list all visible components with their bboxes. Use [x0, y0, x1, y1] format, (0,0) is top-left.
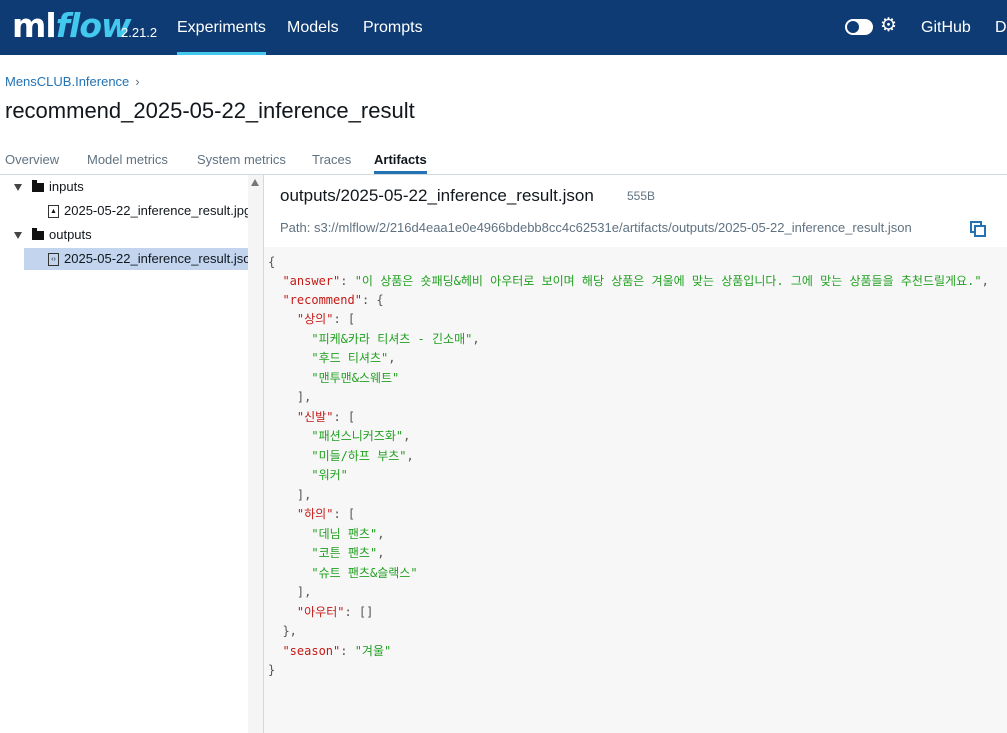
code-line: "season": "겨울" — [282, 644, 392, 658]
json-key: "answer" — [282, 274, 341, 288]
dark-mode-toggle[interactable] — [845, 19, 873, 35]
breadcrumb: MensCLUB.Inference › — [5, 74, 140, 89]
run-tabs: Overview Model metrics System metrics Tr… — [0, 148, 1007, 175]
tab-overview[interactable]: Overview — [5, 152, 59, 167]
tree-item-label: outputs — [49, 227, 92, 242]
tree-item-inputs[interactable]: inputs — [14, 176, 84, 198]
image-file-icon: ▲ — [48, 205, 59, 219]
json-key: "신발" — [296, 410, 334, 424]
json-string: "미들/하프 부츠" — [311, 449, 407, 463]
code-line: "recommend": { — [282, 293, 384, 307]
code-line: "answer": "이 상품은 숏패딩&헤비 아우터로 보이며 해당 상품은 … — [282, 274, 989, 288]
code-line: "워커" — [268, 466, 348, 485]
scroll-up-arrow-icon[interactable] — [251, 179, 259, 186]
folder-icon — [32, 228, 44, 241]
mlflow-logo[interactable]: mlflow — [12, 2, 132, 50]
json-string: "슈트 팬츠&슬랙스" — [311, 566, 418, 580]
chevron-down-icon[interactable] — [14, 184, 22, 192]
code-line: ], — [268, 488, 312, 502]
json-key: "하의" — [296, 507, 334, 521]
code-line: "피케&카라 티셔츠 - 긴소매", — [311, 332, 480, 346]
json-key: "상의" — [296, 312, 334, 326]
tree-item-output-json[interactable]: ‹› 2025-05-22_inference_result.json — [24, 248, 248, 270]
code-line: "후드 티셔츠", — [311, 351, 396, 365]
json-string: "피케&카라 티셔츠 - 긴소매" — [311, 332, 473, 346]
code-line: }, — [268, 624, 297, 638]
nav-models[interactable]: Models — [287, 0, 339, 55]
artifact-file-name: outputs/2025-05-22_inference_result.json — [280, 186, 594, 205]
copy-icon[interactable] — [970, 221, 986, 237]
json-string: "워커" — [311, 468, 348, 482]
code-line: "패션스니커즈화", — [311, 429, 411, 443]
code-file-icon: ‹› — [48, 253, 59, 267]
code-line: "하의": [ — [296, 507, 356, 521]
code-line: "미들/하프 부츠", — [311, 449, 414, 463]
json-string: "코튼 팬츠" — [311, 546, 378, 560]
json-key: "recommend" — [282, 293, 362, 307]
chevron-down-icon[interactable] — [14, 232, 22, 240]
code-line: ], — [268, 585, 312, 599]
json-string: "맨투맨&스웨트" — [311, 371, 400, 385]
json-string: "겨울" — [354, 644, 392, 658]
artifact-file-size: 555B — [627, 189, 656, 203]
gear-icon[interactable]: ⚙ — [880, 15, 897, 37]
tree-item-label: 2025-05-22_inference_result.jpg — [64, 203, 252, 218]
json-string: "데님 팬츠" — [311, 527, 378, 541]
code-line: "아우터": [] — [296, 605, 374, 619]
nav-docs[interactable]: Docs — [995, 0, 1007, 55]
top-navigation-bar: mlflow 2.21.2 Experiments Models Prompts… — [0, 0, 1007, 55]
code-line: "코튼 팬츠", — [311, 546, 385, 560]
nav-prompts[interactable]: Prompts — [363, 0, 423, 55]
folder-icon — [32, 180, 44, 193]
code-line: "슈트 팬츠&슬랙스" — [268, 564, 418, 583]
version-label: 2.21.2 — [121, 25, 158, 40]
logo-ml-text: ml — [12, 6, 57, 45]
json-string: "이 상품은 숏패딩&헤비 아우터로 보이며 해당 상품은 겨울에 맞는 상품입… — [354, 274, 982, 288]
code-line: } — [268, 663, 276, 677]
tab-traces[interactable]: Traces — [312, 152, 351, 167]
tree-scrollbar[interactable] — [248, 175, 263, 733]
tab-artifacts[interactable]: Artifacts — [374, 152, 427, 174]
page-title: recommend_2025-05-22_inference_result — [5, 98, 415, 123]
code-line: "신발": [ — [296, 410, 356, 424]
tree-item-label: 2025-05-22_inference_result.json — [64, 251, 248, 266]
code-line: "맨투맨&스웨트" — [268, 369, 399, 388]
artifact-viewer: outputs/2025-05-22_inference_result.json… — [264, 175, 1007, 733]
tab-model-metrics[interactable]: Model metrics — [87, 152, 168, 167]
code-line: "데님 팬츠", — [311, 527, 385, 541]
artifact-path: Path: s3://mlflow/2/216d4eaa1e0e4966bdeb… — [280, 220, 912, 235]
artifact-tree: inputs ▲ 2025-05-22_inference_result.jpg … — [0, 175, 264, 733]
code-line: "상의": [ — [296, 312, 356, 326]
code-line: { — [268, 255, 276, 269]
breadcrumb-separator: › — [135, 74, 140, 89]
code-line: ], — [268, 390, 312, 404]
logo-flow-text: flow — [55, 6, 132, 45]
json-key: "아우터" — [296, 605, 345, 619]
nav-experiments[interactable]: Experiments — [177, 0, 266, 55]
tree-item-outputs[interactable]: outputs — [14, 224, 92, 246]
json-code-viewer: { "answer": "이 상품은 숏패딩&헤비 아우터로 보이며 해당 상품… — [264, 247, 1007, 733]
tree-item-label: inputs — [49, 179, 84, 194]
json-string: "패션스니커즈화" — [311, 429, 404, 443]
breadcrumb-experiment-link[interactable]: MensCLUB.Inference — [5, 74, 129, 89]
tab-system-metrics[interactable]: System metrics — [197, 152, 286, 167]
nav-github[interactable]: GitHub — [921, 0, 971, 55]
json-string: "후드 티셔츠" — [311, 351, 389, 365]
tree-item-input-image[interactable]: ▲ 2025-05-22_inference_result.jpg — [48, 200, 251, 222]
json-key: "season" — [282, 644, 341, 658]
